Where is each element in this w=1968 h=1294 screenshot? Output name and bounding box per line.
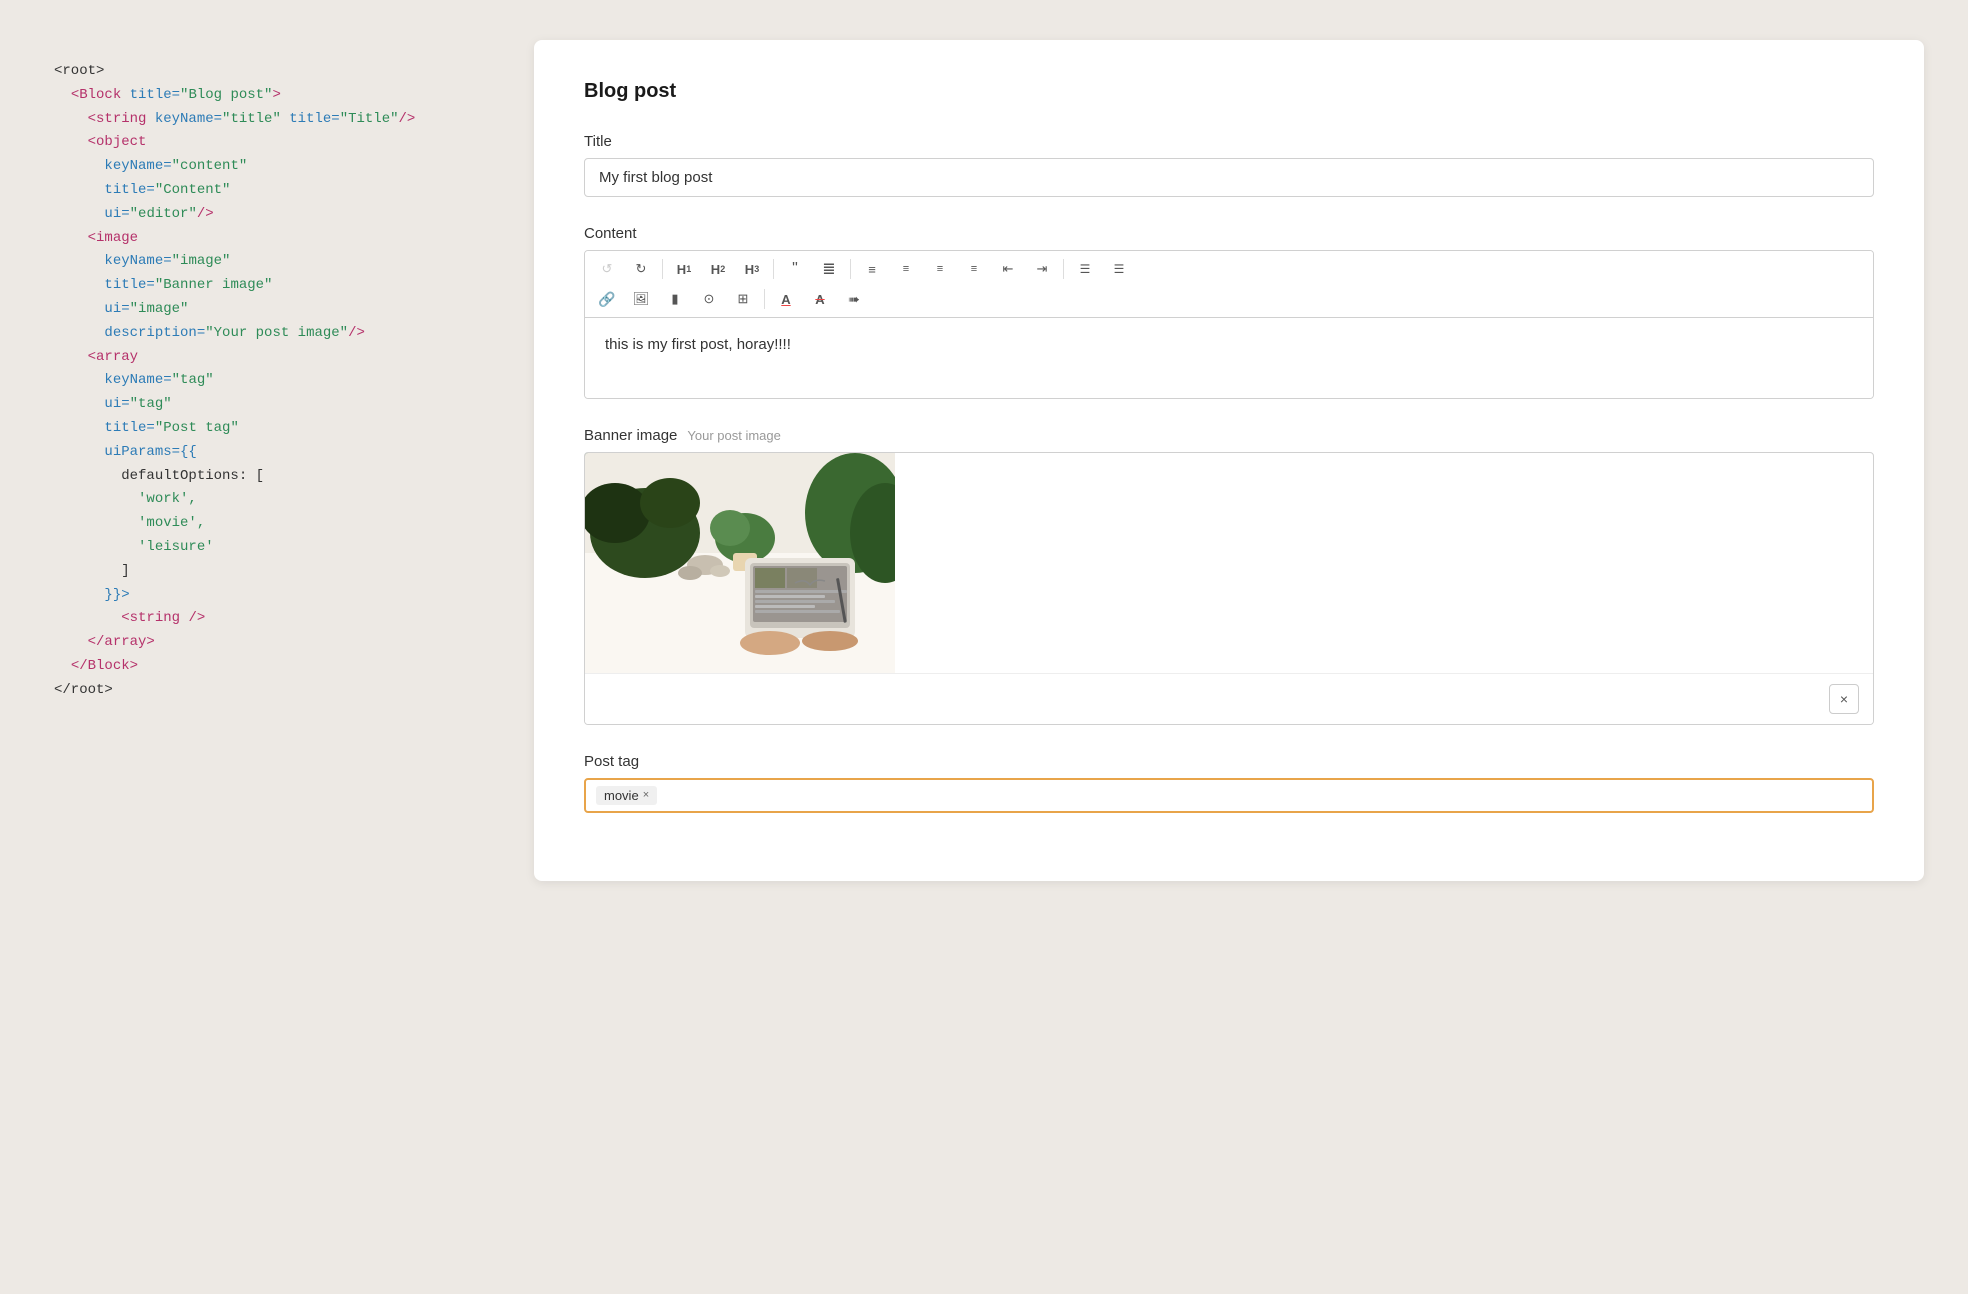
align-left-button[interactable]: ≡	[856, 255, 888, 283]
toolbar-row-2: 🔗 🖼 ▮ ⊙ ⊞ A A ➠	[591, 285, 1867, 313]
quote-button[interactable]: "	[779, 255, 811, 283]
divider	[850, 259, 851, 279]
code-line: title="Post tag"	[54, 417, 514, 441]
divider	[773, 259, 774, 279]
banner-image[interactable]	[585, 453, 895, 673]
code-line: ui="editor"/>	[54, 203, 514, 227]
h1-button[interactable]: H1	[668, 255, 700, 283]
code-line: <root>	[54, 60, 514, 84]
code-line: <object	[54, 131, 514, 155]
code-line: 'leisure'	[54, 536, 514, 560]
post-tag-label: Post tag	[584, 753, 1874, 770]
code-line: 'work',	[54, 488, 514, 512]
code-line: keyName="content"	[54, 155, 514, 179]
code-line: description="Your post image"/>	[54, 322, 514, 346]
code-line: uiParams={{	[54, 441, 514, 465]
content-field-group: Content ↺ ↻ H1 H2 H3 " ≣ ≡	[584, 225, 1874, 399]
banner-description: Your post image	[687, 428, 780, 443]
code-line: ui="image"	[54, 298, 514, 322]
banner-label: Banner image	[584, 427, 677, 444]
code-panel: <root> <Block title="Blog post"> <string…	[34, 30, 534, 891]
editor-content-area[interactable]: this is my first post, horay!!!!	[585, 318, 1873, 398]
banner-field-group: Banner image Your post image	[584, 427, 1874, 725]
tag-remove-button[interactable]: ×	[643, 790, 649, 801]
tag-input-container[interactable]: movie ×	[584, 778, 1874, 813]
font-color-button[interactable]: A	[770, 285, 802, 313]
code-line: </root>	[54, 679, 514, 703]
divider	[662, 259, 663, 279]
align-right-button[interactable]: ≡	[924, 255, 956, 283]
content-label: Content	[584, 225, 1874, 242]
h3-button[interactable]: H3	[736, 255, 768, 283]
undo-button[interactable]: ↺	[591, 255, 623, 283]
fullscreen-button[interactable]: ➠	[838, 285, 870, 313]
code-line: defaultOptions: [	[54, 465, 514, 489]
ordered-list-button[interactable]: ☰	[1069, 255, 1101, 283]
code-line: ]	[54, 560, 514, 584]
h2-button[interactable]: H2	[702, 255, 734, 283]
code-line: </Block>	[54, 655, 514, 679]
code-button[interactable]: ⊙	[693, 285, 725, 313]
divider	[1063, 259, 1064, 279]
banner-image-svg	[585, 453, 895, 673]
font-highlight-button[interactable]: A	[804, 285, 836, 313]
outdent-button[interactable]: ⇤	[992, 255, 1024, 283]
post-tag-field-group: Post tag movie ×	[584, 753, 1874, 813]
banner-label-row: Banner image Your post image	[584, 427, 1874, 444]
code-line: <string />	[54, 607, 514, 631]
code-line: <array	[54, 346, 514, 370]
redo-button[interactable]: ↻	[625, 255, 657, 283]
align-center-button[interactable]: ≡	[890, 255, 922, 283]
link-button[interactable]: 🔗	[591, 285, 623, 313]
tag-text: movie	[604, 788, 639, 803]
code-line: 'movie',	[54, 512, 514, 536]
video-button[interactable]: ▮	[659, 285, 691, 313]
form-title: Blog post	[584, 80, 1874, 103]
editor-text: this is my first post, horay!!!!	[605, 336, 791, 353]
title-field-group: Title	[584, 133, 1874, 197]
image-actions: ×	[585, 673, 1873, 724]
indent-button[interactable]: ⇥	[1026, 255, 1058, 283]
code-line: }}>	[54, 584, 514, 608]
title-input[interactable]	[584, 158, 1874, 197]
divider-button[interactable]: ≣	[813, 255, 845, 283]
tag-item: movie ×	[596, 786, 657, 805]
code-line: <string keyName="title" title="Title"/>	[54, 108, 514, 132]
code-line: keyName="image"	[54, 250, 514, 274]
code-line: </array>	[54, 631, 514, 655]
image-button[interactable]: 🖼	[625, 285, 657, 313]
form-panel: Blog post Title Content ↺ ↻ H1 H2 H3	[534, 40, 1924, 881]
justify-button[interactable]: ≡	[958, 255, 990, 283]
code-line: title="Banner image"	[54, 274, 514, 298]
image-upload-container: ×	[584, 452, 1874, 725]
editor-container: ↺ ↻ H1 H2 H3 " ≣ ≡ ≡ ≡ ≡ ⇤	[584, 250, 1874, 399]
editor-toolbar: ↺ ↻ H1 H2 H3 " ≣ ≡ ≡ ≡ ≡ ⇤	[585, 251, 1873, 318]
title-label: Title	[584, 133, 1874, 150]
code-line: keyName="tag"	[54, 369, 514, 393]
unordered-list-button[interactable]: ☰	[1103, 255, 1135, 283]
code-line: title="Content"	[54, 179, 514, 203]
remove-image-button[interactable]: ×	[1829, 684, 1859, 714]
code-line: <Block title="Blog post">	[54, 84, 514, 108]
code-line: ui="tag"	[54, 393, 514, 417]
table-button[interactable]: ⊞	[727, 285, 759, 313]
code-line: <image	[54, 227, 514, 251]
toolbar-row-1: ↺ ↻ H1 H2 H3 " ≣ ≡ ≡ ≡ ≡ ⇤	[591, 255, 1867, 283]
divider	[764, 289, 765, 309]
app-container: <root> <Block title="Blog post"> <string…	[34, 30, 1934, 891]
